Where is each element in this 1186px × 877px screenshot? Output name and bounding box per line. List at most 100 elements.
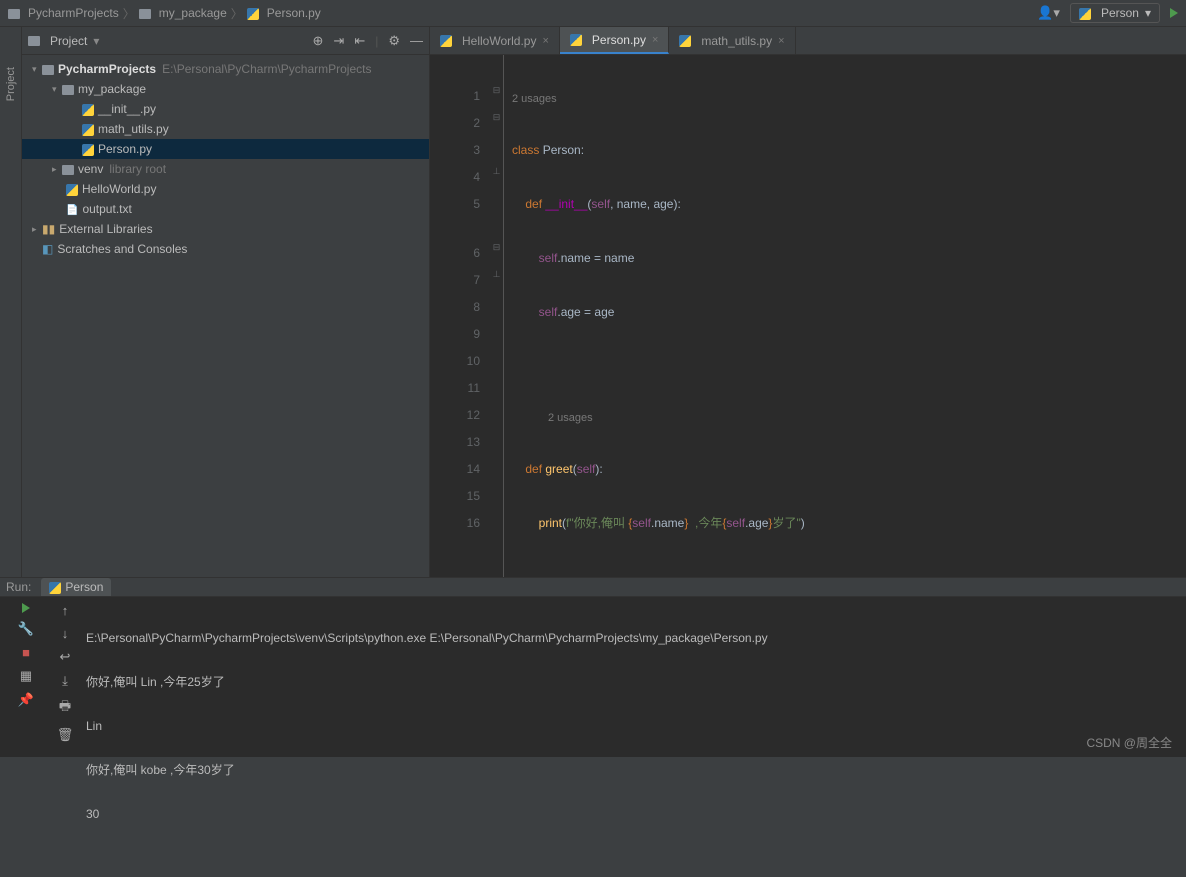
line-gutter: 12345 678910111213141516 <box>430 55 490 577</box>
main-area: Project Project ▾ ⊕ ⇥ ⇤ | ⚙ — ▾ PycharmP… <box>0 27 1186 577</box>
tree-label: venv <box>78 162 103 176</box>
tree-file-person[interactable]: Person.py <box>22 139 429 159</box>
tree-file-init[interactable]: __init__.py <box>22 99 429 119</box>
up-arrow-icon[interactable]: ↑ <box>62 603 69 618</box>
tree-root-label: PycharmProjects <box>58 62 156 76</box>
print-icon[interactable]: 🖶 <box>59 697 71 719</box>
python-icon <box>679 34 695 48</box>
close-icon[interactable]: × <box>542 35 548 47</box>
tree-root[interactable]: ▾ PycharmProjects E:\Personal\PyCharm\Py… <box>22 59 429 79</box>
run-label: Run: <box>6 580 31 594</box>
run-button[interactable] <box>1170 8 1178 18</box>
run-tab[interactable]: Person <box>41 578 111 596</box>
tree-label: Scratches and Consoles <box>57 242 187 256</box>
folder-icon <box>8 6 24 20</box>
expand-icon[interactable]: ⇥ <box>333 33 344 49</box>
close-icon[interactable]: × <box>652 34 658 46</box>
scratch-icon: ◧ <box>42 242 53 256</box>
close-icon[interactable]: × <box>778 35 784 47</box>
pin-icon[interactable]: 📌 <box>18 692 34 708</box>
tree-file-hello[interactable]: HelloWorld.py <box>22 179 429 199</box>
tab-label: math_utils.py <box>701 34 772 48</box>
tab-label: HelloWorld.py <box>462 34 536 48</box>
breadcrumb[interactable]: PycharmProjects 〉 my_package 〉 Person.py <box>8 5 321 22</box>
tab-person[interactable]: Person.py × <box>560 27 669 54</box>
down-arrow-icon[interactable]: ↓ <box>62 626 69 641</box>
hide-icon[interactable]: — <box>410 33 423 48</box>
folder-icon <box>42 62 58 76</box>
tab-hello[interactable]: HelloWorld.py × <box>430 27 560 54</box>
sidebar-header: Project ▾ ⊕ ⇥ ⇤ | ⚙ — <box>22 27 429 55</box>
code-area[interactable]: 12345 678910111213141516 ⊟⊟⊥ ⊟⊥ 2 usages… <box>430 55 1186 577</box>
tree-scratches[interactable]: ◧ Scratches and Consoles <box>22 239 429 259</box>
tree-file-math[interactable]: math_utils.py <box>22 119 429 139</box>
collapse-icon[interactable]: ⇤ <box>354 33 365 49</box>
breadcrumb-root[interactable]: PycharmProjects <box>28 6 119 20</box>
breadcrumb-file[interactable]: Person.py <box>267 6 321 20</box>
python-icon <box>82 102 98 116</box>
tree-package[interactable]: ▾ my_package <box>22 79 429 99</box>
python-icon <box>570 33 586 47</box>
usages-hint <box>430 61 480 83</box>
sidebar-title[interactable]: Project <box>50 34 87 48</box>
run-content: 🔧 ■ ▦ 📌 ↑ ↓ ↩ ⤓ 🖶 🗑 E:\Personal\PyCharm\… <box>0 597 1186 877</box>
python-icon <box>440 34 456 48</box>
tree-file-output[interactable]: output.txt <box>22 199 429 219</box>
editor-tabs: HelloWorld.py × Person.py × math_utils.py × <box>430 27 1186 55</box>
chevron-down-icon[interactable]: ▾ <box>93 34 99 48</box>
rerun-button[interactable] <box>22 603 30 613</box>
project-icon <box>28 34 44 48</box>
chevron-right-icon[interactable]: ▸ <box>32 224 42 235</box>
tab-label: Person.py <box>592 33 646 47</box>
python-icon <box>82 142 98 156</box>
tree-venv[interactable]: ▸ venv library root <box>22 159 429 179</box>
run-tab-name: Person <box>65 580 103 594</box>
wrench-icon[interactable]: 🔧 <box>18 621 34 637</box>
chevron-down-icon[interactable]: ▾ <box>32 64 42 75</box>
tab-math[interactable]: math_utils.py × <box>669 27 795 54</box>
console-output[interactable]: E:\Personal\PyCharm\PycharmProjects\venv… <box>78 597 1186 877</box>
breadcrumb-pkg[interactable]: my_package <box>159 6 227 20</box>
library-icon: ▮▮ <box>42 222 55 236</box>
code-body[interactable]: 2 usages class Person: def __init__(self… <box>504 55 1186 577</box>
breadcrumb-sep-icon: 〉 <box>123 5 135 22</box>
console-line: E:\Personal\PyCharm\PycharmProjects\venv… <box>86 627 1178 649</box>
text-file-icon <box>66 202 82 216</box>
trash-icon[interactable]: 🗑 <box>57 727 74 743</box>
folder-icon <box>62 82 78 96</box>
select-opened-icon[interactable]: ⊕ <box>313 33 324 49</box>
run-config-selector[interactable]: Person ▾ <box>1070 3 1160 23</box>
console-line: Lin <box>86 715 1178 737</box>
project-tree[interactable]: ▾ PycharmProjects E:\Personal\PyCharm\Py… <box>22 55 429 577</box>
stop-button[interactable]: ■ <box>22 645 30 660</box>
folder-icon <box>139 6 155 20</box>
scroll-end-icon[interactable]: ⤓ <box>62 673 68 689</box>
topbar: PycharmProjects 〉 my_package 〉 Person.py… <box>0 0 1186 27</box>
layout-icon[interactable]: ▦ <box>20 668 32 684</box>
usages-hint[interactable]: 2 usages <box>504 407 1186 429</box>
run-toolbar-inner: ↑ ↓ ↩ ⤓ 🖶 🗑 <box>52 597 78 877</box>
breadcrumb-sep-icon: 〉 <box>231 5 243 22</box>
tree-label: __init__.py <box>98 102 156 116</box>
gear-icon[interactable]: ⚙ <box>388 33 400 49</box>
run-config-name: Person <box>1101 6 1139 20</box>
tree-label: External Libraries <box>59 222 152 236</box>
fold-bar[interactable]: ⊟⊟⊥ ⊟⊥ <box>490 55 504 577</box>
left-gutter: Project <box>0 27 22 577</box>
python-icon <box>66 182 82 196</box>
chevron-right-icon[interactable]: ▸ <box>52 164 62 175</box>
console-line: 你好,俺叫 kobe ,今年30岁了 <box>86 759 1178 781</box>
usages-hint[interactable]: 2 usages <box>504 88 1186 110</box>
soft-wrap-icon[interactable]: ↩ <box>60 649 71 665</box>
tree-label: math_utils.py <box>98 122 169 136</box>
tree-label: HelloWorld.py <box>82 182 156 196</box>
tree-external[interactable]: ▸ ▮▮ External Libraries <box>22 219 429 239</box>
project-tool-label[interactable]: Project <box>5 67 17 101</box>
run-toolbar-left: 🔧 ■ ▦ 📌 <box>0 597 52 877</box>
python-icon <box>247 6 263 20</box>
editor: HelloWorld.py × Person.py × math_utils.py ×… <box>430 27 1186 577</box>
chevron-down-icon: ▾ <box>1145 6 1151 20</box>
python-icon <box>1079 6 1095 20</box>
chevron-down-icon[interactable]: ▾ <box>52 84 62 95</box>
user-icon[interactable]: 👤▾ <box>1037 5 1060 21</box>
